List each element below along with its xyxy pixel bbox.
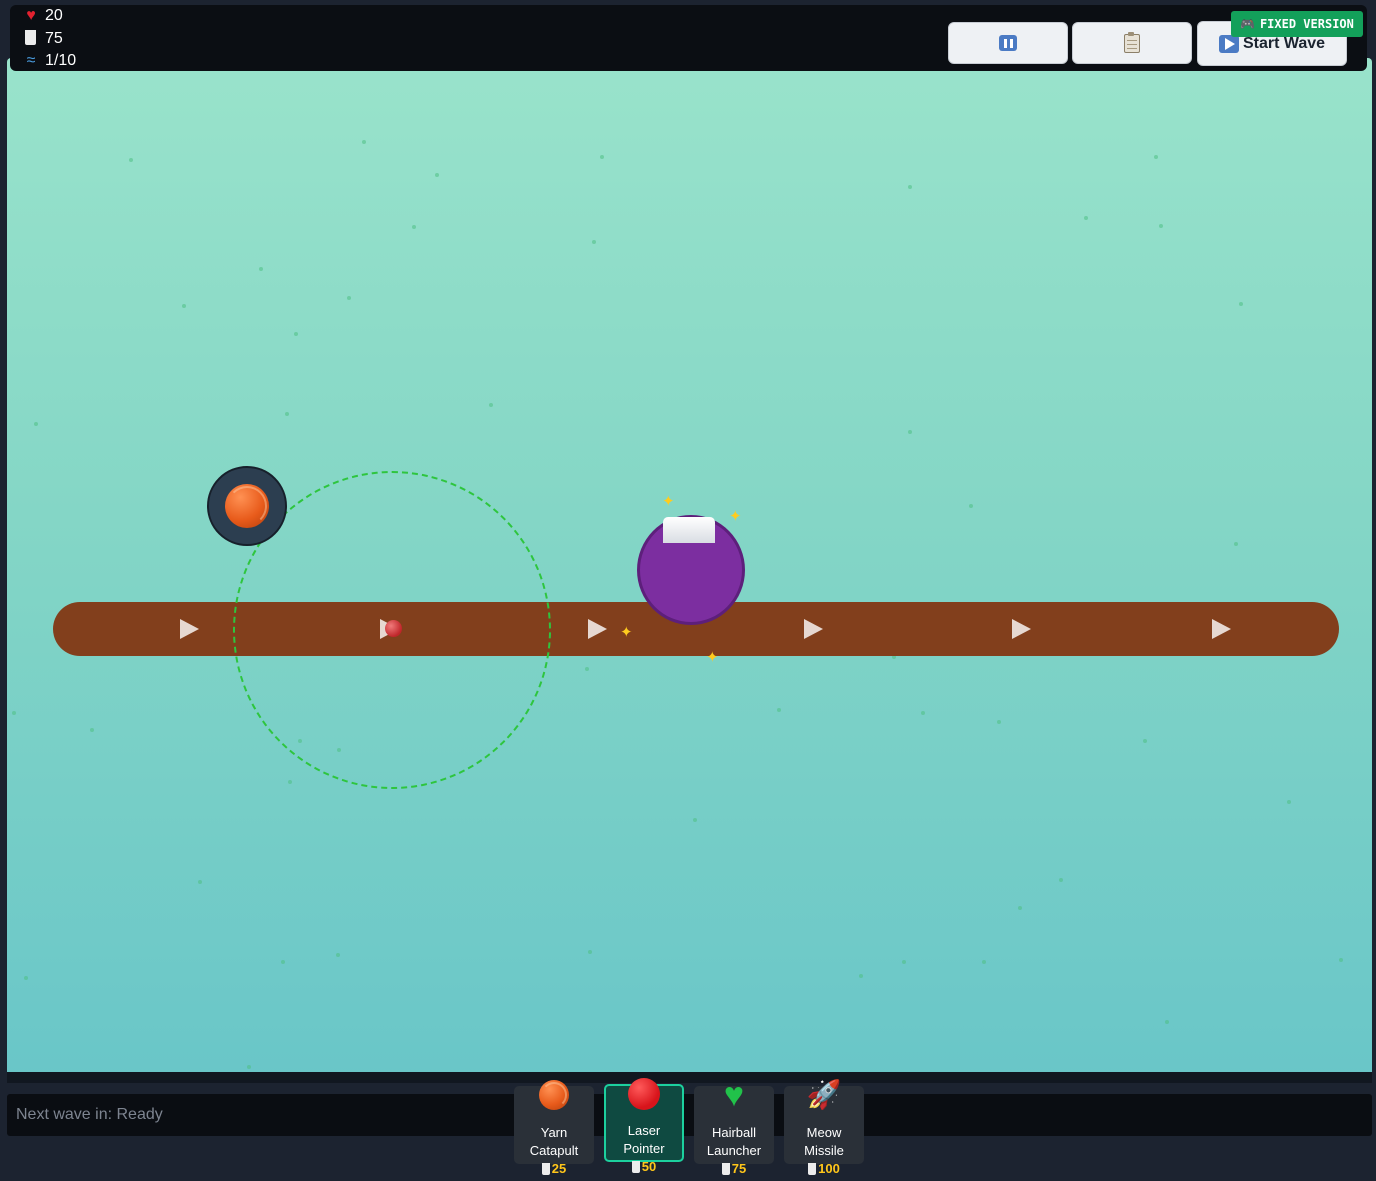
shop-item-name: Laser Pointer [623,1123,665,1156]
sparkle-icon: ✦ [620,624,633,641]
milk-stat: 75 [22,30,63,48]
shop-item-yarn-catapult[interactable]: Yarn Catapult 25 [514,1080,594,1176]
grass-speck [693,818,697,822]
grass-speck [588,950,592,954]
red-circle-icon [624,1077,664,1111]
grass-speck [908,430,912,434]
grass-speck [247,1065,251,1069]
grass-speck [34,422,38,426]
shop-item-name: Yarn Catapult [529,1125,579,1158]
field-bottom-edge [7,1072,1372,1083]
grass-speck [412,225,416,229]
path-arrow-icon [180,619,199,639]
pause-button[interactable] [948,22,1068,64]
grass-speck [362,140,366,144]
wave-stat: ≈ 1/10 [22,52,77,70]
clipboard-icon [1124,31,1140,53]
yarn-ball-icon [534,1078,574,1112]
shop-item-cost: 75 [694,1161,774,1176]
grass-speck [592,240,596,244]
shop-item-cost: 100 [784,1161,864,1176]
shop-item-cost: 25 [514,1161,594,1176]
grass-speck [1165,1020,1169,1024]
path-arrow-icon [1212,619,1231,639]
play-icon [1218,34,1239,53]
pause-icon [999,35,1017,51]
shop-item-hairball-launcher[interactable]: ♥ Hairball Launcher 75 [694,1078,774,1176]
grass-speck [969,504,973,508]
lives-value: 20 [45,7,63,24]
wave-log-button[interactable] [1072,22,1192,64]
fixed-version-label: FIXED VERSION [1259,17,1354,31]
grass-speck [281,960,285,964]
wave-icon: ≈ [26,52,36,69]
grass-speck [585,667,589,671]
grass-speck [777,708,781,712]
lives-stat: ♥ 20 [22,7,63,25]
grass-speck [294,332,298,336]
shop-item-name: Meow Missile [804,1125,844,1158]
milk-value: 75 [45,30,63,47]
grass-speck [198,880,202,884]
sparkle-icon: ✦ [729,508,742,525]
grass-speck [1084,216,1088,220]
start-wave-label: Start Wave [1242,34,1326,52]
grass-speck [1234,542,1238,546]
yarn-catapult-tower[interactable] [207,466,287,546]
shop-item-meow-missile[interactable]: 🚀 Meow Missile 100 [784,1079,864,1176]
projectile [385,620,402,637]
path-arrow-icon [1012,619,1031,639]
shop-item-cost: 50 [606,1159,682,1174]
grass-speck [1143,739,1147,743]
grass-speck [129,158,133,162]
grass-speck [347,296,351,300]
shop-item-laser-pointer[interactable]: Laser Pointer 50 [604,1078,684,1174]
fixed-version-badge: 🎮 FIXED VERSION [1231,11,1363,37]
grass-speck [1154,155,1158,159]
grass-speck [921,711,925,715]
milk-cup-icon [663,517,715,543]
green-heart-icon: ♥ [723,1076,745,1114]
milk-cup-icon [22,30,40,48]
grass-speck [336,953,340,957]
grass-speck [1159,224,1163,228]
grass-speck [1059,878,1063,882]
grass-speck [285,412,289,416]
next-wave-text: Next wave in: Ready [16,1106,163,1123]
grass-speck [288,780,292,784]
grass-speck [859,974,863,978]
grass-speck [908,185,912,189]
grass-speck [489,403,493,407]
wave-status-bar: Next wave in: Ready [7,1094,1372,1136]
grass-speck [1239,302,1243,306]
grass-speck [259,267,263,271]
sparkle-icon: ✦ [706,649,719,666]
shop-item-name: Hairball Launcher [706,1125,762,1158]
grass-speck [90,728,94,732]
grass-speck [1018,906,1022,910]
yarn-ball-icon [225,484,269,528]
path-arrow-icon [804,619,823,639]
grass-speck [12,711,16,715]
grass-speck [24,976,28,980]
grass-speck [1339,958,1343,962]
grass-speck [600,155,604,159]
heart-icon: ♥ [26,7,36,24]
grass-speck [1287,800,1291,804]
grass-speck [997,720,1001,724]
grass-speck [982,960,986,964]
sparkle-icon: ✦ [662,493,675,510]
grass-speck [902,960,906,964]
wave-value: 1/10 [45,52,77,69]
rocket-icon: 🚀 [806,1079,842,1110]
game-controller-icon: 🎮 [1240,17,1255,31]
path-arrow-icon [588,619,607,639]
grass-speck [182,304,186,308]
grass-speck [435,173,439,177]
